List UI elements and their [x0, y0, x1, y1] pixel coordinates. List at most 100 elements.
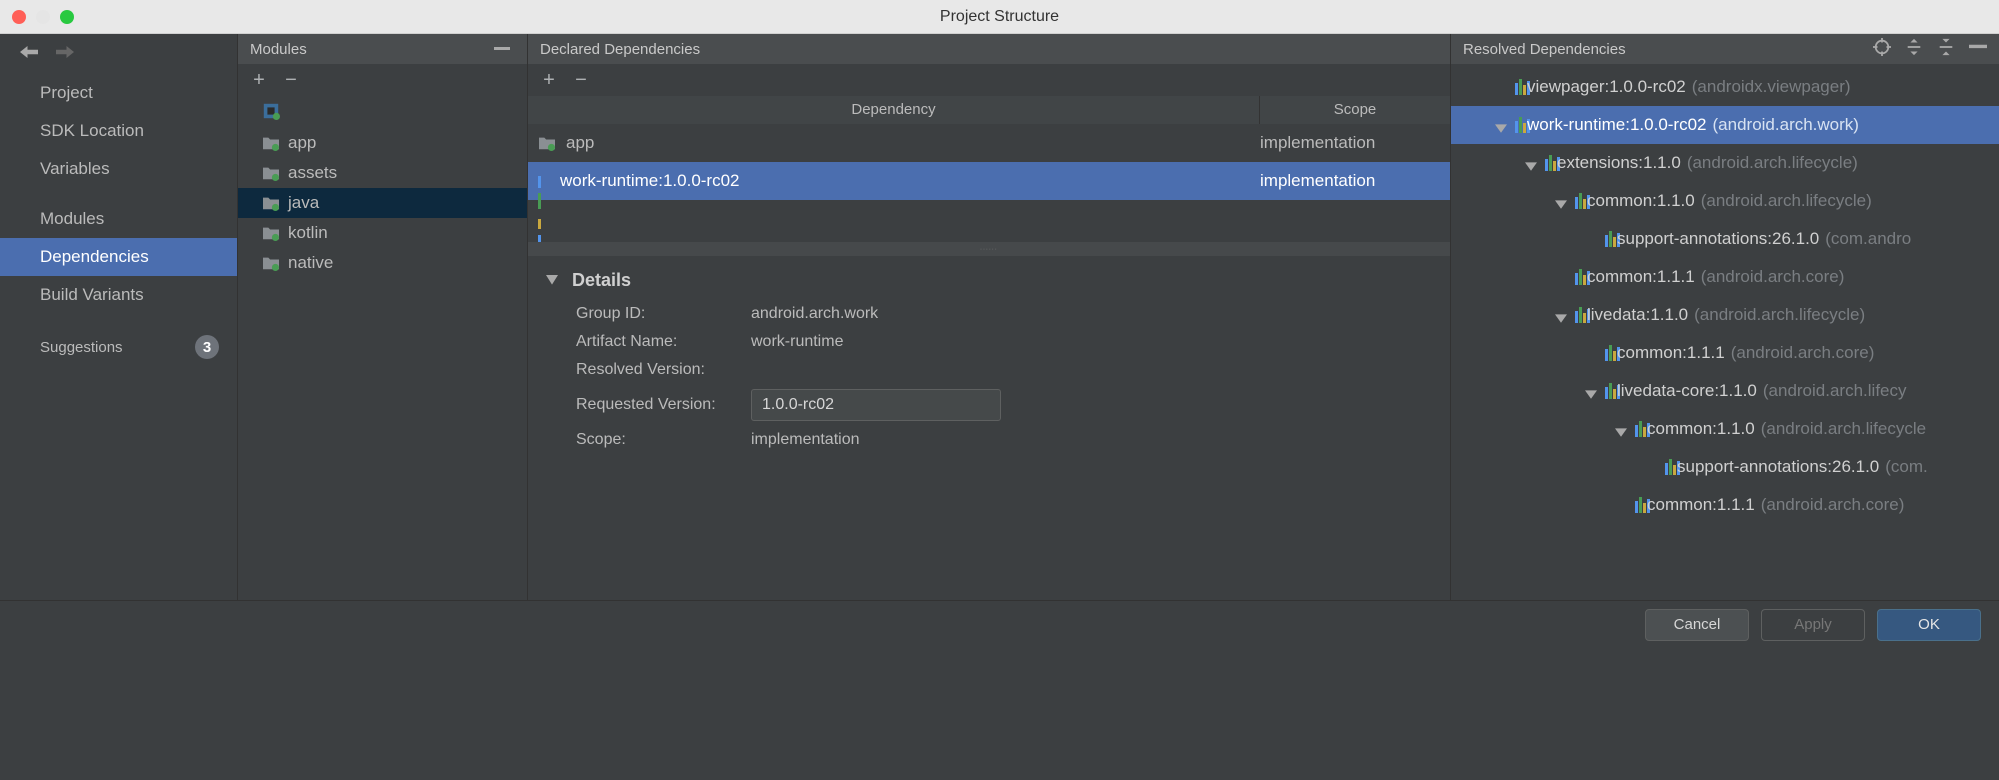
module-label: java	[288, 193, 319, 213]
chevron-down-icon[interactable]	[1555, 309, 1567, 321]
library-icon	[1635, 497, 1639, 513]
details-header[interactable]: Details	[546, 270, 1432, 291]
folder-icon	[262, 165, 280, 181]
resolved-row[interactable]: livedata-core:1.1.0(android.arch.lifecy	[1451, 372, 1999, 410]
resolved-row[interactable]: viewpager:1.0.0-rc02(androidx.viewpager)	[1451, 68, 1999, 106]
chevron-down-icon[interactable]	[1525, 157, 1537, 169]
dependency-name: work-runtime:1.0.0-rc02	[560, 171, 740, 191]
resolved-name: common:1.1.0	[1587, 191, 1695, 211]
resolved-tree: viewpager:1.0.0-rc02(androidx.viewpager)…	[1451, 64, 1999, 600]
dependency-row[interactable]: appimplementation	[528, 124, 1450, 162]
nav-item-project[interactable]: Project	[0, 74, 237, 112]
col-dependency: Dependency	[528, 96, 1260, 124]
library-icon	[538, 173, 542, 189]
nav-item-variables[interactable]: Variables	[0, 150, 237, 188]
nav-item-modules[interactable]: Modules	[0, 200, 237, 238]
chevron-down-icon[interactable]	[1585, 385, 1597, 397]
library-icon	[1575, 307, 1579, 323]
resolved-row[interactable]: common:1.1.0(android.arch.lifecycle	[1451, 410, 1999, 448]
nav-history	[0, 34, 237, 74]
resolved-name: livedata-core:1.1.0	[1617, 381, 1757, 401]
resolved-header-icons	[1873, 38, 1987, 60]
apply-button: Apply	[1761, 609, 1865, 641]
module-row[interactable]: app	[238, 128, 527, 158]
chevron-down-icon[interactable]	[1495, 119, 1507, 131]
resolved-name: common:1.1.1	[1587, 267, 1695, 287]
library-icon	[1605, 383, 1609, 399]
collapse-all-icon[interactable]	[1937, 38, 1955, 60]
splitter-grip[interactable]: ∙∙∙∙∙∙	[528, 242, 1450, 256]
resolved-package: (android.arch.lifecycle)	[1694, 305, 1865, 325]
chevron-down-icon[interactable]	[1615, 423, 1627, 435]
module-label: kotlin	[288, 223, 328, 243]
cancel-button[interactable]: Cancel	[1645, 609, 1749, 641]
modules-tree: app assets java kotlin native	[238, 96, 527, 278]
resolved-name: common:1.1.1	[1647, 495, 1755, 515]
resolved-package: (com.andro	[1825, 229, 1911, 249]
resolved-row[interactable]: common:1.1.0(android.arch.lifecycle)	[1451, 182, 1999, 220]
folder-icon	[262, 135, 280, 151]
dependency-scope: implementation	[1260, 133, 1450, 153]
resolved-name: extensions:1.1.0	[1557, 153, 1681, 173]
resolved-package: (android.arch.lifecycle	[1761, 419, 1926, 439]
add-module-button[interactable]: +	[250, 69, 268, 92]
expand-all-icon[interactable]	[1905, 38, 1923, 60]
remove-module-button[interactable]: −	[282, 69, 300, 92]
folder-icon	[538, 135, 556, 151]
resolved-row[interactable]: common:1.1.1(android.arch.core)	[1451, 258, 1999, 296]
collapse-icon[interactable]	[489, 38, 515, 60]
value-artifact-name: work-runtime	[751, 333, 843, 351]
remove-dependency-button[interactable]: −	[572, 69, 590, 92]
resolved-panel: Resolved Dependencies viewpager:1.0.0-rc…	[1451, 34, 1999, 600]
nav-item-dependencies[interactable]: Dependencies	[0, 238, 237, 276]
nav-item-sdk-location[interactable]: SDK Location	[0, 112, 237, 150]
library-icon	[1635, 421, 1639, 437]
declared-rows: appimplementationwork-runtime:1.0.0-rc02…	[528, 124, 1450, 242]
module-label: app	[288, 133, 316, 153]
back-icon[interactable]	[20, 45, 38, 63]
titlebar: Project Structure	[0, 0, 1999, 34]
resolved-row[interactable]: support-annotations:26.1.0(com.	[1451, 448, 1999, 486]
ok-button[interactable]: OK	[1877, 609, 1981, 641]
value-group-id: android.arch.work	[751, 305, 878, 323]
resolved-header: Resolved Dependencies	[1451, 34, 1999, 64]
modules-panel: Modules + − app assets java kotlin native	[238, 34, 528, 600]
resolved-package: (android.arch.core)	[1731, 343, 1875, 363]
resolved-row[interactable]: support-annotations:26.1.0(com.andro	[1451, 220, 1999, 258]
collapse-panel-icon[interactable]	[1969, 38, 1987, 60]
dependency-row[interactable]: work-runtime:1.0.0-rc02 implementation	[528, 162, 1450, 200]
resolved-row[interactable]: common:1.1.1 (android.arch.core)	[1451, 486, 1999, 524]
resolved-row[interactable]: common:1.1.1 (android.arch.core)	[1451, 334, 1999, 372]
resolved-row[interactable]: livedata:1.1.0 (android.arch.lifecycle)	[1451, 296, 1999, 334]
footer: Cancel Apply OK	[0, 600, 1999, 648]
resolved-row[interactable]: extensions:1.1.0 (android.arch.lifecycle)	[1451, 144, 1999, 182]
library-icon	[1545, 155, 1549, 171]
resolved-row[interactable]: work-runtime:1.0.0-rc02(android.arch.wor…	[1451, 106, 1999, 144]
module-row[interactable]: assets	[238, 158, 527, 188]
details-panel: Details Group ID:android.arch.work Artif…	[528, 256, 1450, 600]
module-row[interactable]: kotlin	[238, 218, 527, 248]
resolved-package: (android.arch.core)	[1761, 495, 1905, 515]
add-dependency-button[interactable]: +	[540, 69, 558, 92]
folder-icon	[262, 255, 280, 271]
resolved-package: (android.arch.lifecycle)	[1687, 153, 1858, 173]
module-row[interactable]: java	[238, 188, 527, 218]
declared-header: Declared Dependencies	[528, 34, 1450, 64]
resolved-package: (com.	[1885, 457, 1928, 477]
resolved-package: (androidx.viewpager)	[1692, 77, 1851, 97]
target-icon[interactable]	[1873, 38, 1891, 60]
nav-item-build-variants[interactable]: Build Variants	[0, 276, 237, 314]
requested-version-input[interactable]	[751, 389, 1001, 421]
chevron-down-icon[interactable]	[1555, 195, 1567, 207]
library-icon	[1665, 459, 1669, 475]
resolved-name: livedata:1.1.0	[1587, 305, 1688, 325]
resolved-name: common:1.1.1	[1617, 343, 1725, 363]
forward-icon	[56, 45, 74, 63]
module-row[interactable]: native	[238, 248, 527, 278]
dependency-scope: implementation	[1260, 171, 1450, 191]
library-icon	[1575, 193, 1579, 209]
folder-icon	[262, 225, 280, 241]
module-row[interactable]	[238, 98, 527, 128]
modules-header-label: Modules	[250, 41, 307, 58]
nav-item-suggestions[interactable]: Suggestions3	[0, 326, 237, 368]
